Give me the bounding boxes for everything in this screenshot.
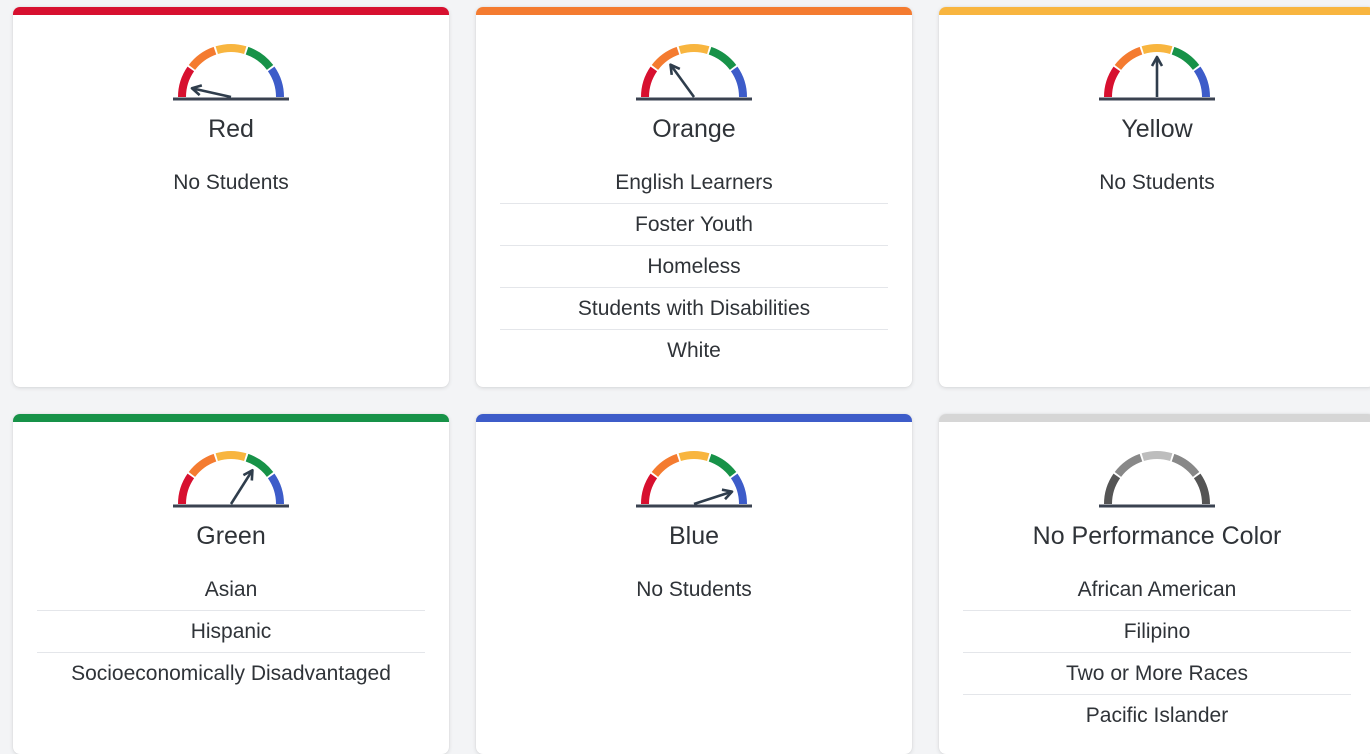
student-group-list: Asian Hispanic Socioeconomically Disadvant… — [37, 569, 425, 695]
student-group-list: No Students — [963, 162, 1351, 204]
gauge-segment — [215, 44, 247, 55]
student-group-item: Foster Youth — [500, 204, 888, 246]
gauge-segment — [678, 44, 710, 55]
gauge-segment — [678, 451, 710, 462]
card-accent-bar — [13, 414, 449, 422]
gauge-segment — [641, 473, 658, 505]
gauge-segment — [1114, 46, 1143, 71]
gauge-segment — [267, 66, 284, 98]
student-group-item: No Students — [636, 578, 752, 601]
performance-color-grid: Red No Students Orange English Learners Fost… — [0, 0, 1370, 754]
gauge — [1097, 444, 1217, 512]
card-accent-bar — [476, 7, 912, 15]
gauge-segment — [1141, 44, 1173, 55]
student-group-list: English Learners Foster Youth Homeless Stud… — [500, 162, 888, 372]
gauge-icon — [1099, 451, 1215, 508]
card-title: No Performance Color — [1032, 522, 1282, 550]
gauge-segment — [1114, 453, 1143, 478]
gauge — [1097, 37, 1217, 105]
gauge-segment — [1141, 451, 1173, 462]
gauge-segment — [651, 46, 680, 71]
student-group-list: African American Filipino Two or More Race… — [963, 569, 1351, 737]
card-accent-bar — [939, 7, 1370, 15]
student-group-item: No Students — [173, 171, 289, 194]
card-accent-bar — [939, 414, 1370, 422]
status-card-yellow: Yellow No Students — [939, 7, 1370, 387]
status-card-no-color: No Performance Color African American Fili… — [939, 414, 1370, 754]
student-group-list: No Students — [37, 162, 425, 204]
gauge-segment — [641, 66, 658, 98]
student-group-item: African American — [963, 569, 1351, 611]
gauge-segment — [267, 473, 284, 505]
gauge-icon — [636, 451, 752, 508]
student-group-list: No Students — [500, 569, 888, 611]
gauge-segment — [178, 66, 195, 98]
gauge-segment — [1104, 473, 1121, 505]
status-card-blue: Blue No Students — [476, 414, 912, 754]
card-accent-bar — [476, 414, 912, 422]
status-card-green: Green Asian Hispanic Socioeconomically Disa… — [13, 414, 449, 754]
gauge-segment — [188, 46, 217, 71]
student-group-item: English Learners — [500, 162, 888, 204]
student-group-item: Hispanic — [37, 611, 425, 653]
gauge-needle — [229, 468, 254, 505]
card-title: Red — [208, 115, 254, 143]
gauge-segment — [651, 453, 680, 478]
student-group-item: Filipino — [963, 611, 1351, 653]
gauge-segment — [730, 66, 747, 98]
card-title: Orange — [652, 115, 736, 143]
student-group-item: Homeless — [500, 246, 888, 288]
gauge-segment — [178, 473, 195, 505]
gauge — [634, 37, 754, 105]
gauge-icon — [173, 451, 289, 508]
gauge-segment — [1104, 66, 1121, 98]
status-card-orange: Orange English Learners Foster Youth Homele… — [476, 7, 912, 387]
gauge-icon — [1099, 44, 1215, 101]
student-group-item: White — [667, 339, 721, 362]
gauge-needle — [669, 63, 696, 98]
gauge-needle — [1150, 55, 1164, 97]
gauge-segment — [245, 46, 274, 71]
gauge-segment — [215, 451, 247, 462]
student-group-item: Pacific Islander — [1085, 704, 1229, 727]
gauge-segment — [1193, 66, 1210, 98]
card-title: Green — [196, 522, 266, 550]
status-card-red: Red No Students — [13, 7, 449, 387]
gauge-segment — [1171, 46, 1200, 71]
card-title: Blue — [668, 522, 720, 550]
gauge-segment — [188, 453, 217, 478]
gauge-segment — [1171, 453, 1200, 478]
gauge — [171, 37, 291, 105]
gauge-segment — [708, 453, 737, 478]
gauge-icon — [173, 44, 289, 101]
gauge — [171, 444, 291, 512]
student-group-item: Two or More Races — [963, 653, 1351, 695]
gauge — [634, 444, 754, 512]
student-group-item: Students with Disabilities — [500, 288, 888, 330]
gauge-needle — [190, 84, 232, 99]
gauge-needle — [693, 488, 734, 506]
gauge-icon — [636, 44, 752, 101]
student-group-item: No Students — [1099, 171, 1215, 194]
gauge-segment — [730, 473, 747, 505]
gauge-segment — [708, 46, 737, 71]
gauge-segment — [1193, 473, 1210, 505]
student-group-item: Asian — [37, 569, 425, 611]
student-group-item: Socioeconomically Disadvantaged — [71, 662, 391, 685]
card-title: Yellow — [1121, 115, 1193, 143]
card-accent-bar — [13, 7, 449, 15]
